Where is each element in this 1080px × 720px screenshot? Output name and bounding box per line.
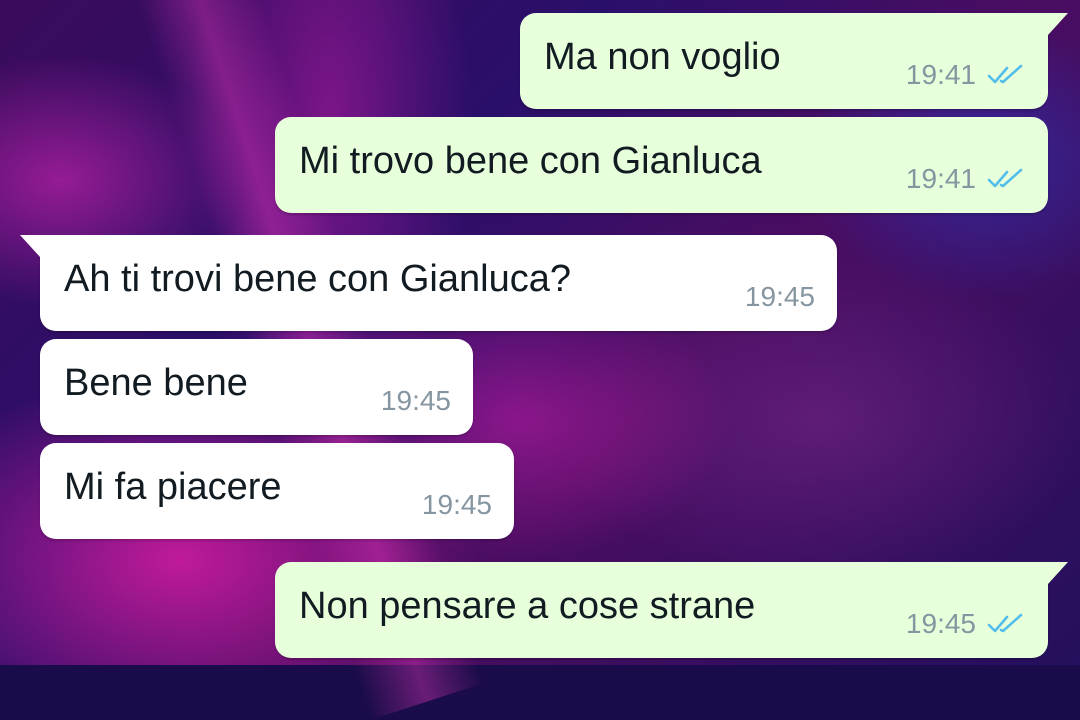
message-text: Bene bene (64, 362, 248, 404)
incoming-message-bubble[interactable]: Ah ti trovi bene con Gianluca? 19:45 (20, 235, 837, 331)
message-time: 19:41 (905, 163, 976, 194)
message-meta: 19:45 (906, 608, 1026, 640)
message-text: Mi fa piacere (64, 466, 282, 508)
message-time: 19:41 (905, 59, 976, 90)
message-time: 19:45 (744, 281, 815, 312)
message-meta: 19:45 (381, 385, 451, 417)
outgoing-message-bubble[interactable]: Non pensare a cose strane 19:45 (275, 562, 1068, 658)
message-time: 19:45 (905, 608, 976, 639)
incoming-message-bubble[interactable]: Bene bene 19:45 (40, 339, 473, 435)
message-text: Ma non voglio (544, 36, 781, 78)
outgoing-message-bubble[interactable]: Mi trovo bene con Gianluca 19:41 (275, 117, 1048, 213)
double-check-read-icon (987, 168, 1023, 188)
message-text: Non pensare a cose strane (299, 585, 756, 627)
outgoing-message-bubble[interactable]: Ma non voglio 19:41 (520, 13, 1068, 109)
message-text: Ah ti trovi bene con Gianluca? (64, 258, 571, 300)
message-time: 19:45 (421, 489, 492, 520)
message-meta: 19:45 (745, 281, 815, 313)
double-check-read-icon (987, 613, 1023, 633)
message-meta: 19:41 (906, 59, 1026, 91)
double-check-read-icon (987, 64, 1023, 84)
message-meta: 19:45 (422, 489, 492, 521)
message-text: Mi trovo bene con Gianluca (299, 140, 762, 182)
message-meta: 19:41 (906, 163, 1026, 195)
message-time: 19:45 (380, 385, 451, 416)
incoming-message-bubble[interactable]: Mi fa piacere 19:45 (40, 443, 514, 539)
